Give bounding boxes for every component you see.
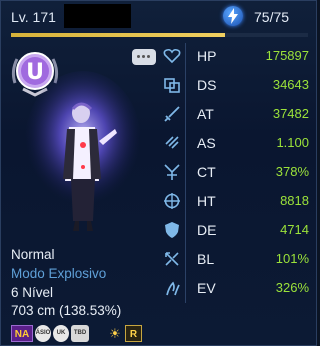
sun-icon[interactable]: ☀ <box>107 325 123 342</box>
shield-icon <box>165 222 179 238</box>
stat-row-ev: EV 326% <box>163 275 313 301</box>
stat-row-hp: HP 175897 <box>163 43 313 69</box>
digimon-mode: Modo Explosivo <box>11 266 107 281</box>
stat-label: EV <box>197 280 216 296</box>
evade-icon <box>166 281 180 296</box>
top-bar: Lv. 171 75/75 <box>1 1 318 31</box>
stat-value: 4714 <box>280 222 309 237</box>
redacted-name <box>64 4 131 28</box>
na-badge[interactable]: NA <box>11 325 33 342</box>
digimon-status-panel: Lv. 171 75/75 U Normal Modo Explosivo 6 … <box>0 0 317 346</box>
stat-value: 378% <box>275 164 309 179</box>
ds-icon <box>164 78 180 93</box>
stat-value: 8818 <box>280 193 309 208</box>
stat-label: CT <box>197 164 216 180</box>
stat-row-ht: HT 8818 <box>163 188 313 214</box>
stat-row-as: AS 1.100 <box>163 130 313 156</box>
critical-icon <box>164 164 180 180</box>
stat-value: 326% <box>275 280 309 295</box>
stat-label: BL <box>197 251 215 267</box>
stat-label: DS <box>197 77 217 93</box>
sword-icon <box>164 106 180 122</box>
stat-value: 34643 <box>272 77 309 92</box>
stat-row-de: DE 4714 <box>163 217 313 243</box>
chat-bubble-icon[interactable] <box>132 49 156 65</box>
block-icon <box>165 252 179 266</box>
asio-badge[interactable]: ÁSIO <box>35 325 51 342</box>
character-portrait <box>23 71 143 241</box>
stat-label: HT <box>197 193 216 209</box>
stat-label: AS <box>197 135 216 151</box>
heart-icon <box>163 48 181 64</box>
stat-label: HP <box>197 48 217 64</box>
xp-progress-fill <box>11 33 225 37</box>
stat-value: 101% <box>275 251 309 266</box>
tbd-badge[interactable]: TBD <box>71 325 89 342</box>
stat-value: 37482 <box>272 106 309 121</box>
stat-row-bl: BL 101% <box>163 246 313 272</box>
r-badge[interactable]: R <box>125 325 142 342</box>
stat-value: 175897 <box>265 48 309 63</box>
stat-label: DE <box>197 222 217 238</box>
digimon-height: 703 cm (138.53%) <box>11 303 122 318</box>
stat-row-at: AT 37482 <box>163 101 313 127</box>
lightning-icon <box>223 6 243 26</box>
stat-value: 1.100 <box>276 135 309 150</box>
stat-row-ct: CT 378% <box>163 159 313 185</box>
digimon-level: 6 Nível <box>11 285 54 300</box>
energy-value: 75/75 <box>254 9 290 25</box>
stat-row-ds: DS 34643 <box>163 72 313 98</box>
speed-icon <box>165 136 179 149</box>
xp-progress-bar <box>11 33 308 37</box>
digimon-type: Normal <box>11 247 55 262</box>
uk-badge[interactable]: UK <box>53 325 69 342</box>
stat-label: AT <box>197 106 214 122</box>
level-label: Lv. 171 <box>11 9 56 25</box>
crosshair-icon <box>164 193 180 209</box>
